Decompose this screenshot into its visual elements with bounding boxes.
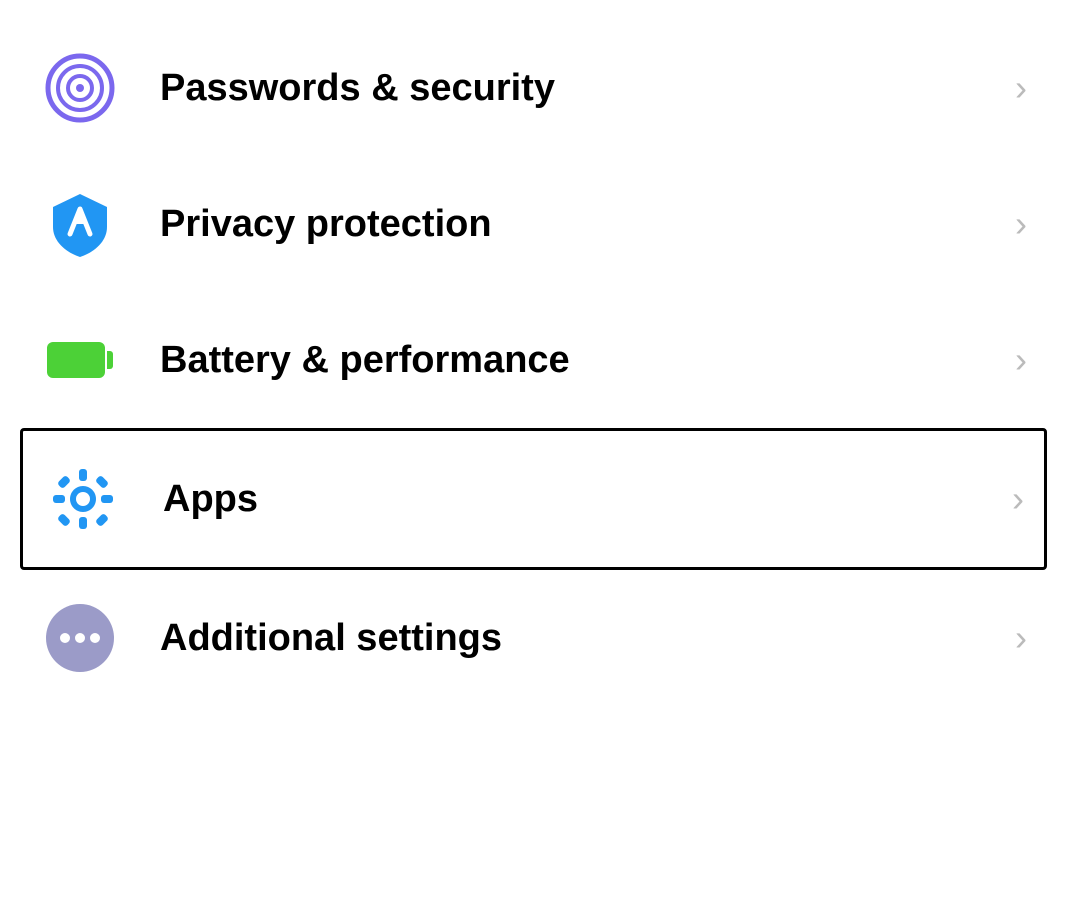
apps-icon-wrapper	[43, 459, 123, 539]
battery-body	[47, 342, 105, 378]
privacy-protection-label: Privacy protection	[160, 203, 995, 246]
dot-1	[60, 633, 70, 643]
battery-icon-wrapper	[40, 320, 120, 400]
apps-icon	[48, 464, 118, 534]
additional-icon-wrapper	[40, 598, 120, 678]
privacy-icon	[45, 189, 115, 259]
apps-chevron: ›	[1012, 478, 1024, 520]
additional-settings-chevron: ›	[1015, 617, 1027, 659]
settings-item-battery-performance[interactable]: Battery & performance ›	[0, 292, 1067, 428]
battery-tip	[107, 351, 113, 369]
password-icon-wrapper	[40, 48, 120, 128]
additional-settings-label: Additional settings	[160, 617, 995, 660]
privacy-icon-wrapper	[40, 184, 120, 264]
additional-settings-icon	[46, 604, 114, 672]
settings-list: Passwords & security › Privacy protectio…	[0, 0, 1067, 907]
settings-item-privacy-protection[interactable]: Privacy protection ›	[0, 156, 1067, 292]
password-icon	[45, 53, 115, 123]
privacy-protection-chevron: ›	[1015, 203, 1027, 245]
battery-performance-label: Battery & performance	[160, 339, 995, 382]
passwords-security-label: Passwords & security	[160, 67, 995, 110]
passwords-security-chevron: ›	[1015, 67, 1027, 109]
battery-icon	[47, 342, 113, 378]
dot-3	[90, 633, 100, 643]
settings-item-passwords-security[interactable]: Passwords & security ›	[0, 20, 1067, 156]
settings-item-additional-settings[interactable]: Additional settings ›	[0, 570, 1067, 706]
dot-2	[75, 633, 85, 643]
settings-item-apps[interactable]: Apps ›	[20, 428, 1047, 570]
battery-performance-chevron: ›	[1015, 339, 1027, 381]
apps-label: Apps	[163, 478, 992, 521]
